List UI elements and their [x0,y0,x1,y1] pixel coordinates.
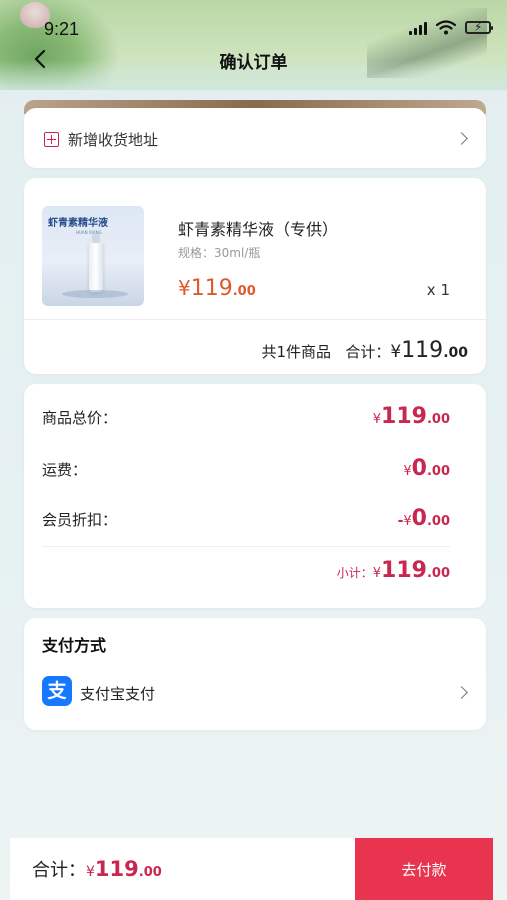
payment-title: 支付方式 [42,636,107,655]
subtotal: 小计：¥119.00 [337,558,450,583]
total-integer: 119 [401,338,444,363]
bottom-total-label: 合计： [32,860,86,881]
subtotal-label: 小计： [336,566,373,580]
wifi-icon [436,20,456,35]
pedestal-illustration [62,290,128,298]
chevron-right-icon [455,132,468,145]
price-summary-card: 商品总价： ¥119.00 运费： ¥0.00 会员折扣： -¥0.00 小计：… [24,384,486,608]
bottom-total-amount: ¥119.00 [86,857,162,881]
bottom-total: 合计：¥119.00 [32,856,162,882]
total-currency: ¥ [390,342,402,362]
shipping-label: 运费： [42,461,88,479]
product-image: 虾青素精华液 HUAN XIANG [42,206,144,306]
status-time: 9:21 [44,19,80,39]
total-label: 合计： [345,343,391,361]
price-decimal: .00 [232,284,256,299]
product-name: 虾青素精华液（专供） [178,220,339,239]
header: 9:21 ⚡ 确认订单 [0,0,507,90]
add-address-label: 新增收货地址 [68,131,159,149]
shipping-row: 运费： ¥0.00 [42,456,450,481]
product-spec: 规格：30ml/瓶 [178,246,261,260]
product-total: 共1件商品 合计：¥119.00 [261,338,468,363]
goods-total-value: ¥119.00 [372,404,450,429]
price-integer: 119 [190,276,233,301]
payment-method-card: 支付方式 支 支付宝支付 [24,618,486,730]
chevron-right-icon[interactable] [455,686,468,699]
product-card: 虾青素精华液 HUAN XIANG 虾青素精华液（专供） 规格：30ml/瓶 ¥… [24,178,486,374]
subtotal-decimal: .00 [426,566,450,581]
goods-total-row: 商品总价： ¥119.00 [42,404,450,429]
subtotal-integer: 119 [381,558,427,583]
item-count: 共1件商品 [261,343,332,361]
subtotal-currency: ¥ [372,566,382,581]
bottle-illustration [89,234,103,292]
shipping-value: ¥0.00 [403,456,450,481]
signal-icon [409,21,427,35]
product-quantity: x 1 [426,281,450,299]
goods-total-label: 商品总价： [42,409,118,427]
member-discount-label: 会员折扣： [42,511,118,529]
divider [24,319,486,320]
divider [42,546,450,547]
member-discount-value: -¥0.00 [397,506,450,531]
alipay-option-label[interactable]: 支付宝支付 [80,683,155,704]
total-decimal: .00 [443,345,468,361]
alipay-icon: 支 [42,676,72,706]
page-title: 确认订单 [219,53,288,73]
add-address-row[interactable]: 新增收货地址 [24,108,486,168]
bottom-checkout-bar: 合计：¥119.00 去付款 [10,838,493,900]
product-image-title: 虾青素精华液 [48,218,108,229]
plus-square-icon [44,132,59,147]
pay-button[interactable]: 去付款 [355,838,493,900]
battery-icon: ⚡ [465,20,493,34]
status-icons: ⚡ [409,20,493,35]
price-currency: ¥ [178,276,191,300]
member-discount-row: 会员折扣： -¥0.00 [42,506,450,531]
product-price: ¥119.00 [178,276,256,301]
